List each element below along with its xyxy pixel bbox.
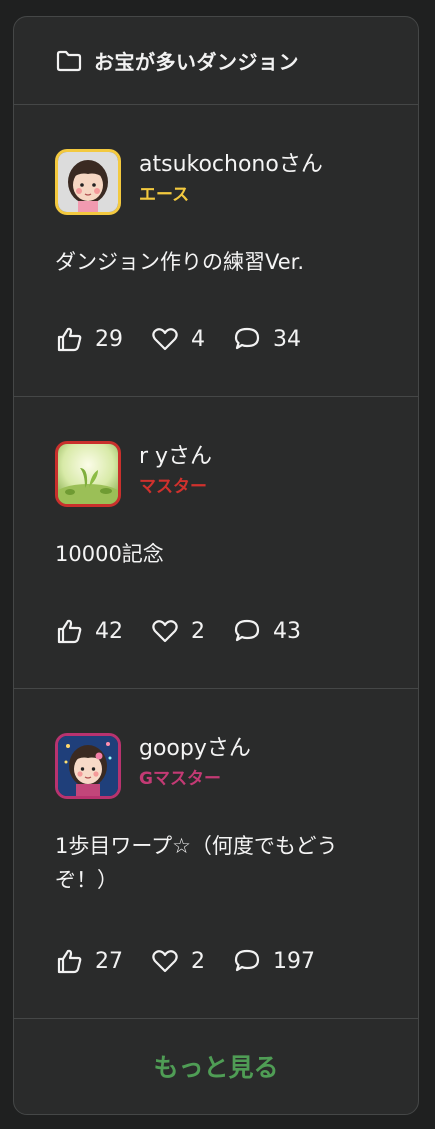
comment-stat[interactable]: 197 <box>233 947 315 975</box>
dungeon-entry[interactable]: atsukochonoさん エース ダンジョン作りの練習Ver. 29 4 34 <box>14 105 418 397</box>
avatar[interactable] <box>55 733 121 799</box>
dungeon-title[interactable]: 1歩目ワープ☆（何度でもどうぞ！） <box>55 829 388 897</box>
folder-icon <box>56 50 82 72</box>
stats-row: 27 2 197 <box>55 947 343 975</box>
like-count: 29 <box>95 326 123 352</box>
user-row[interactable]: r yさん マスター <box>55 441 212 507</box>
stats-row: 42 2 43 <box>55 617 329 645</box>
dungeon-list-card: お宝が多いダンジョン atsukochonoさん エース ダンジョン作りの練習V… <box>13 16 419 1115</box>
heart-icon <box>152 620 178 643</box>
heart-icon <box>152 950 178 973</box>
favorite-stat[interactable]: 2 <box>151 617 205 645</box>
like-stat[interactable]: 29 <box>55 325 123 353</box>
favorite-stat[interactable]: 4 <box>151 325 205 353</box>
heart-icon <box>152 328 178 351</box>
favorite-count: 4 <box>191 326 205 352</box>
rank-badge: Gマスター <box>139 769 221 789</box>
comment-count: 43 <box>273 618 301 644</box>
thumbs-up-icon <box>57 327 82 352</box>
comment-count: 197 <box>273 948 315 974</box>
rank-badge: エース <box>139 185 190 205</box>
thumbs-up-icon <box>57 949 82 974</box>
comment-icon <box>234 619 260 642</box>
rank-badge: マスター <box>139 477 207 497</box>
username[interactable]: r yさん <box>139 443 212 471</box>
favorite-count: 2 <box>191 618 205 644</box>
comment-icon <box>234 327 260 350</box>
like-stat[interactable]: 27 <box>55 947 123 975</box>
comment-stat[interactable]: 43 <box>233 617 301 645</box>
comment-stat[interactable]: 34 <box>233 325 301 353</box>
like-count: 42 <box>95 618 123 644</box>
like-stat[interactable]: 42 <box>55 617 123 645</box>
dungeon-title[interactable]: ダンジョン作りの練習Ver. <box>55 245 388 279</box>
user-row[interactable]: atsukochonoさん エース <box>55 149 323 215</box>
stats-row: 29 4 34 <box>55 325 329 353</box>
avatar[interactable] <box>55 149 121 215</box>
username[interactable]: goopyさん <box>139 735 251 763</box>
thumbs-up-icon <box>57 619 82 644</box>
dungeon-title[interactable]: 10000記念 <box>55 537 388 571</box>
comment-icon <box>234 949 260 972</box>
avatar[interactable] <box>55 441 121 507</box>
card-header: お宝が多いダンジョン <box>14 17 418 105</box>
favorite-count: 2 <box>191 948 205 974</box>
dungeon-entry[interactable]: goopyさん Gマスター 1歩目ワープ☆（何度でもどうぞ！） 27 2 197 <box>14 689 418 1019</box>
dungeon-entry[interactable]: r yさん マスター 10000記念 42 2 43 <box>14 397 418 689</box>
comment-count: 34 <box>273 326 301 352</box>
like-count: 27 <box>95 948 123 974</box>
username[interactable]: atsukochonoさん <box>139 151 323 179</box>
user-row[interactable]: goopyさん Gマスター <box>55 733 251 799</box>
see-more-button[interactable]: もっと見る <box>14 1019 418 1113</box>
favorite-stat[interactable]: 2 <box>151 947 205 975</box>
card-title: お宝が多いダンジョン <box>94 50 299 74</box>
